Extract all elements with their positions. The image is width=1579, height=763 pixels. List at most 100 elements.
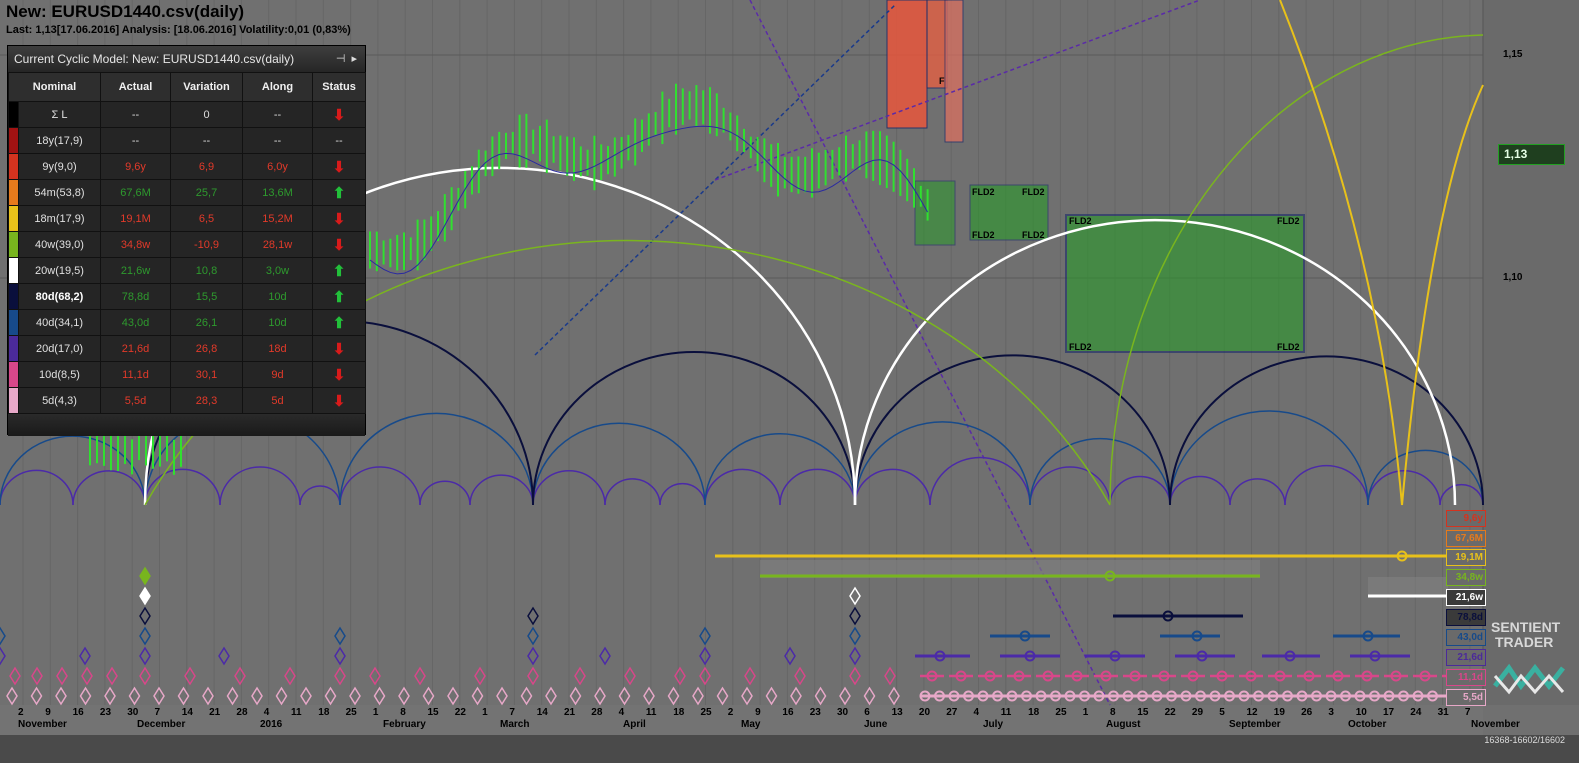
date-tick: 28 <box>236 707 248 718</box>
cell-nominal: 20w(19,5) <box>18 257 101 284</box>
cycle-swatch <box>8 283 19 310</box>
cell-variation: 6,9 <box>170 153 243 180</box>
date-tick: 9 <box>755 707 761 718</box>
cell-variation: 30,1 <box>170 361 243 388</box>
cell-actual: 9,6y <box>100 153 171 180</box>
month-label: November <box>18 719 67 730</box>
table-row[interactable]: 5d(4,3) 5,5d 28,3 5d ⬇ <box>8 387 366 414</box>
pin-icon[interactable]: ⊣ <box>336 53 346 65</box>
cell-variation: -- <box>170 127 243 154</box>
date-tick: 3 <box>1328 707 1334 718</box>
cycle-length-label: 43,0d <box>1446 629 1486 646</box>
cell-nominal: 5d(4,3) <box>18 387 101 414</box>
date-tick: 2 <box>18 707 24 718</box>
fld-label: FLD2 <box>972 230 995 240</box>
cycle-swatch <box>8 387 19 414</box>
cell-actual: 11,1d <box>100 361 171 388</box>
cell-along: -- <box>242 127 313 154</box>
cell-nominal: 18m(17,9) <box>18 205 101 232</box>
cell-variation: -10,9 <box>170 231 243 258</box>
col-nominal[interactable]: Nominal <box>8 72 101 102</box>
cell-actual: 21,6d <box>100 335 171 362</box>
date-tick: 1 <box>482 707 488 718</box>
cell-along: 3,0w <box>242 257 313 284</box>
table-row[interactable]: 18y(17,9) -- -- -- -- <box>8 127 366 154</box>
date-tick: 28 <box>591 707 603 718</box>
month-label: June <box>864 719 888 730</box>
date-tick: 30 <box>127 707 139 718</box>
logo-line2: TRADER <box>1495 634 1554 650</box>
cell-variation: 26,8 <box>170 335 243 362</box>
cycle-length-label: 21,6d <box>1446 649 1486 666</box>
month-label: December <box>137 719 186 730</box>
date-tick: 14 <box>536 707 548 718</box>
table-row[interactable]: 40d(34,1) 43,0d 26,1 10d ⬆ <box>8 309 366 336</box>
table-row[interactable]: 10d(8,5) 11,1d 30,1 9d ⬇ <box>8 361 366 388</box>
table-row[interactable]: 20d(17,0) 21,6d 26,8 18d ⬇ <box>8 335 366 362</box>
date-tick: 21 <box>564 707 576 718</box>
cell-actual: 21,6w <box>100 257 171 284</box>
month-label: May <box>741 719 761 730</box>
date-tick: 17 <box>1383 707 1395 718</box>
cell-actual: 67,6M <box>100 179 171 206</box>
date-tick: 26 <box>1301 707 1313 718</box>
table-row[interactable]: 20w(19,5) 21,6w 10,8 3,0w ⬆ <box>8 257 366 284</box>
date-tick: 20 <box>918 707 931 718</box>
price-tick: 1,15 <box>1503 49 1523 60</box>
cycle-length-label: 67,6M <box>1446 530 1486 547</box>
cyclic-model-panel[interactable]: Current Cyclic Model: New: EURUSD1440.cs… <box>7 45 366 436</box>
cell-status: ⬆ <box>312 179 366 206</box>
cell-actual: 34,8w <box>100 231 171 258</box>
fld-label: FLD2 <box>1022 230 1045 240</box>
table-row[interactable]: 40w(39,0) 34,8w -10,9 28,1w ⬇ <box>8 231 366 258</box>
cell-status: ⬆ <box>312 257 366 284</box>
arrow-down-icon: ⬇ <box>332 106 346 124</box>
arrow-down-icon: ⬇ <box>332 366 346 384</box>
date-tick: 22 <box>1164 707 1176 718</box>
date-tick: 18 <box>673 707 685 718</box>
arrow-down-icon: ⬇ <box>332 158 346 176</box>
col-along[interactable]: Along <box>242 72 313 102</box>
date-tick: 8 <box>400 707 406 718</box>
arrow-down-icon: ⬇ <box>332 392 346 410</box>
cell-status: ⬆ <box>312 283 366 310</box>
col-actual[interactable]: Actual <box>100 72 171 102</box>
table-row[interactable]: 9y(9,0) 9,6y 6,9 6,0y ⬇ <box>8 153 366 180</box>
cycle-length-label: 78,8d <box>1446 609 1486 626</box>
date-tick: 11 <box>645 707 657 718</box>
fld-label: FLD2 <box>1069 342 1092 352</box>
chart-subtitle: Last: 1,13[17.06.2016] Analysis: [18.06.… <box>6 24 351 36</box>
date-tick: 4 <box>618 707 625 718</box>
col-variation[interactable]: Variation <box>170 72 243 102</box>
date-tick: 25 <box>700 707 712 718</box>
arrow-right-icon[interactable]: ▸ <box>351 53 357 65</box>
cycle-length-label: 34,8w <box>1446 569 1486 586</box>
date-tick: 7 <box>509 707 515 718</box>
arrow-up-icon: ⬆ <box>332 184 346 202</box>
panel-title[interactable]: Current Cyclic Model: New: EURUSD1440.cs… <box>8 46 365 72</box>
date-tick: 2 <box>727 707 734 718</box>
projection-band <box>1368 577 1448 597</box>
cell-along: 28,1w <box>242 231 313 258</box>
date-tick: 4 <box>263 707 270 718</box>
date-tick: 1 <box>1082 707 1089 718</box>
date-tick: 15 <box>427 707 439 718</box>
date-tick: 7 <box>1464 707 1471 718</box>
date-tick: 23 <box>99 707 112 718</box>
cell-actual: 43,0d <box>100 309 171 336</box>
arrow-down-icon: ⬇ <box>332 210 346 228</box>
cycle-swatch <box>8 101 19 128</box>
cell-variation: 28,3 <box>170 387 243 414</box>
bar-range: 16368-16602/16602 <box>1484 735 1565 745</box>
table-row[interactable]: 54m(53,8) 67,6M 25,7 13,6M ⬆ <box>8 179 366 206</box>
arrow-up-icon: ⬆ <box>332 288 346 306</box>
table-row[interactable]: 18m(17,9) 19,1M 6,5 15,2M ⬇ <box>8 205 366 232</box>
cell-variation: 15,5 <box>170 283 243 310</box>
cell-status: ⬇ <box>312 231 366 258</box>
cell-nominal: 20d(17,0) <box>18 335 101 362</box>
col-status[interactable]: Status <box>312 72 366 102</box>
table-row[interactable]: Σ L -- 0 -- ⬇ <box>8 101 366 128</box>
date-tick: 23 <box>809 707 821 718</box>
table-row[interactable]: 80d(68,2) 78,8d 15,5 10d ⬆ <box>8 283 366 310</box>
cell-actual: 19,1M <box>100 205 171 232</box>
